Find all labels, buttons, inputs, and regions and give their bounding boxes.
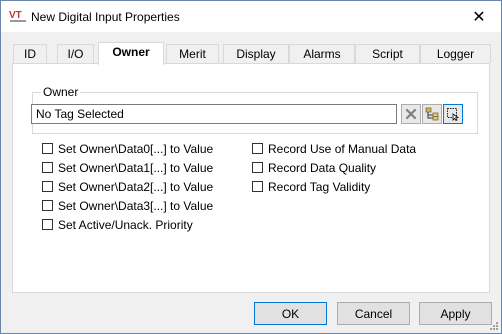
- option-record-data-quality[interactable]: Record Data Quality: [252, 160, 376, 175]
- option-label: Record Tag Validity: [268, 179, 371, 194]
- resize-grip-icon[interactable]: [487, 319, 499, 331]
- option-record-tag-validity[interactable]: Record Tag Validity: [252, 179, 370, 194]
- checkbox[interactable]: [252, 162, 263, 173]
- checkbox[interactable]: [42, 200, 53, 211]
- option-label: Record Data Quality: [268, 160, 377, 175]
- tab-display[interactable]: Display: [223, 44, 289, 63]
- tab-io[interactable]: I/O: [57, 44, 94, 63]
- option-record-manual-data[interactable]: Record Use of Manual Data: [252, 141, 416, 156]
- option-label: Record Use of Manual Data: [268, 141, 417, 156]
- select-tag-button[interactable]: [443, 104, 463, 124]
- option-set-owner-data2[interactable]: Set Owner\Data2[...] to Value: [42, 179, 213, 194]
- clear-x-icon: [405, 108, 417, 120]
- option-label: Set Owner\Data1[...] to Value: [58, 160, 214, 175]
- close-icon: ✕: [472, 8, 486, 26]
- clear-owner-button[interactable]: [401, 104, 421, 124]
- tab-script[interactable]: Script: [355, 44, 420, 63]
- checkbox[interactable]: [42, 162, 53, 173]
- close-button[interactable]: ✕: [457, 1, 501, 32]
- cancel-button[interactable]: Cancel: [337, 302, 410, 325]
- owner-tag-field[interactable]: No Tag Selected: [31, 104, 397, 124]
- option-label: Set Owner\Data0[...] to Value: [58, 141, 214, 156]
- vt-logo-icon: VT: [9, 10, 26, 22]
- apply-button[interactable]: Apply: [419, 302, 492, 325]
- tab-alarms[interactable]: Alarms: [289, 44, 355, 63]
- tab-logger[interactable]: Logger: [420, 44, 491, 63]
- svg-text:VT: VT: [9, 10, 22, 21]
- tab-merit[interactable]: Merit: [166, 44, 219, 63]
- tab-strip: ID I/O Owner Merit Display Alarms Script…: [13, 42, 491, 65]
- option-label: Set Owner\Data3[...] to Value: [58, 198, 214, 213]
- owner-tab-panel: Owner: [12, 63, 490, 293]
- checkbox[interactable]: [252, 181, 263, 192]
- option-set-active-unack-priority[interactable]: Set Active/Unack. Priority: [42, 217, 193, 232]
- properties-dialog: VT New Digital Input Properties ✕ ID I/O…: [0, 0, 502, 334]
- checkbox[interactable]: [42, 181, 53, 192]
- option-label: Set Owner\Data2[...] to Value: [58, 179, 214, 194]
- checkbox[interactable]: [42, 143, 53, 154]
- window-title: New Digital Input Properties: [31, 10, 180, 24]
- option-label: Set Active/Unack. Priority: [58, 217, 193, 232]
- tab-owner[interactable]: Owner: [98, 42, 164, 65]
- browse-tag-button[interactable]: [422, 104, 442, 124]
- option-set-owner-data3[interactable]: Set Owner\Data3[...] to Value: [42, 198, 213, 213]
- tab-id[interactable]: ID: [13, 44, 47, 63]
- checkbox[interactable]: [252, 143, 263, 154]
- owner-group-label: Owner: [41, 85, 81, 99]
- ok-button[interactable]: OK: [254, 302, 327, 325]
- checkbox[interactable]: [42, 219, 53, 230]
- select-tag-icon: [447, 108, 460, 121]
- title-bar[interactable]: VT New Digital Input Properties ✕: [1, 1, 501, 32]
- tag-browse-icon: [425, 107, 439, 121]
- option-set-owner-data0[interactable]: Set Owner\Data0[...] to Value: [42, 141, 213, 156]
- option-set-owner-data1[interactable]: Set Owner\Data1[...] to Value: [42, 160, 213, 175]
